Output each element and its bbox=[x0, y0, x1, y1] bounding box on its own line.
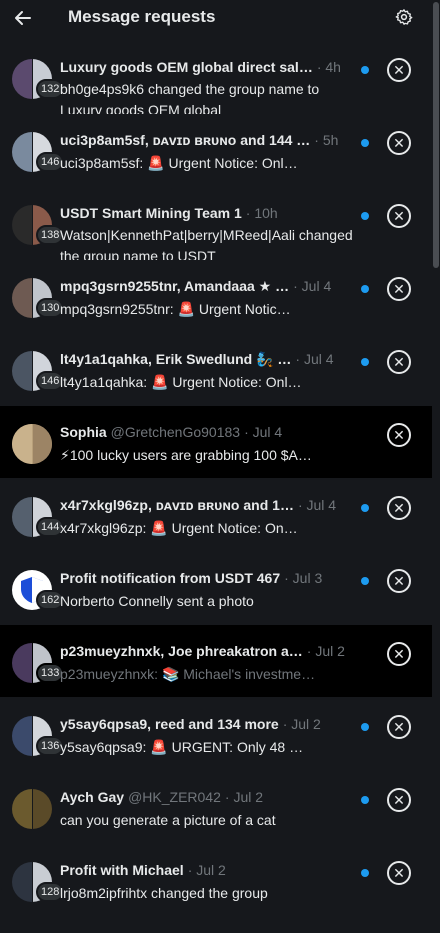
timestamp: · 10h bbox=[245, 205, 278, 221]
dismiss-request-button[interactable]: ✕ bbox=[387, 788, 411, 812]
close-icon: ✕ bbox=[393, 426, 405, 443]
list-item[interactable]: 146 lt4y1a1qahka, Erik Swedlund 🧞 … · Jul… bbox=[0, 333, 432, 405]
list-item[interactable]: 128 Profit with Michael · Jul 2 lrjo8m2ip… bbox=[0, 844, 432, 916]
message-preview: y5say6qpsa9: 🚨 URGENT: Only 48 … bbox=[60, 739, 304, 755]
message-preview: uci3p8am5sf: 🚨 Urgent Notice: Onl… bbox=[60, 155, 298, 171]
list-item[interactable]: 136 y5say6qpsa9, reed and 134 more · Jul … bbox=[0, 698, 432, 770]
dismiss-request-button[interactable]: ✕ bbox=[387, 277, 411, 301]
conversation-name: Sophia bbox=[60, 424, 107, 440]
dismiss-request-button[interactable]: ✕ bbox=[387, 496, 411, 520]
user-avatar bbox=[12, 424, 52, 464]
close-icon: ✕ bbox=[393, 207, 405, 224]
list-item[interactable]: 146 uci3p8am5sf, ᴅᴀᴠɪᴅ ʙʀᴜɴᴏ and 144 … · … bbox=[0, 114, 432, 186]
list-item[interactable]: Aych Gay @HK_ZER042 · Jul 2 can you genera… bbox=[0, 771, 432, 843]
timestamp: · 5h bbox=[314, 132, 339, 148]
message-request-list: 132 Luxury goods OEM global direct sal… ·… bbox=[0, 41, 432, 916]
close-icon: ✕ bbox=[393, 572, 405, 589]
unread-dot bbox=[361, 796, 369, 804]
message-preview: ⚡100 lucky users are grabbing 100 $A… bbox=[60, 447, 312, 463]
list-item[interactable]: 162 Profit notification from USDT 467 · J… bbox=[0, 552, 432, 624]
user-handle: @GretchenGo90183 bbox=[110, 424, 241, 440]
close-icon: ✕ bbox=[393, 791, 405, 808]
message-preview: x4r7xkgl96zp: 🚨 Urgent Notice: On… bbox=[60, 520, 298, 536]
unread-dot bbox=[361, 577, 369, 585]
unread-dot bbox=[361, 66, 369, 74]
conversation-name: USDT Smart Mining Team 1 bbox=[60, 205, 242, 221]
user-avatar bbox=[12, 789, 52, 829]
message-preview: p23mueyzhnxk: 📚 Michael's investme… bbox=[60, 666, 316, 682]
dismiss-request-button[interactable]: ✕ bbox=[387, 715, 411, 739]
header: Message requests bbox=[0, 0, 440, 36]
message-preview: mpq3gsrn9255tnr: 🚨 Urgent Notic… bbox=[60, 301, 291, 317]
list-item[interactable]: 133 p23mueyzhnxk, Joe phreakatron a… · Ju… bbox=[0, 625, 432, 697]
conversation-name: Aych Gay bbox=[60, 789, 125, 805]
page-title: Message requests bbox=[68, 7, 216, 26]
message-preview: can you generate a picture of a cat bbox=[60, 812, 276, 828]
dismiss-request-button[interactable]: ✕ bbox=[387, 58, 411, 82]
list-item[interactable]: 132 Luxury goods OEM global direct sal… ·… bbox=[0, 41, 432, 118]
message-preview: lrjo8m2ipfrihtx changed the group bbox=[60, 885, 268, 901]
close-icon: ✕ bbox=[393, 499, 405, 516]
timestamp: · Jul 4 bbox=[244, 424, 283, 440]
conversation-name: x4r7xkgl96zp, ᴅᴀᴠɪᴅ ʙʀᴜɴᴏ and 1… bbox=[60, 497, 294, 513]
dismiss-request-button[interactable]: ✕ bbox=[387, 350, 411, 374]
user-handle: @HK_ZER042 bbox=[128, 789, 221, 805]
conversation-name: Profit notification from USDT 467 bbox=[60, 570, 281, 586]
scrollbar[interactable] bbox=[432, 0, 440, 933]
dismiss-request-button[interactable]: ✕ bbox=[387, 861, 411, 885]
unread-dot bbox=[361, 358, 369, 366]
dismiss-request-button[interactable]: ✕ bbox=[387, 131, 411, 155]
message-preview: Norberto Connelly sent a photo bbox=[60, 593, 254, 609]
timestamp: · Jul 2 bbox=[282, 716, 321, 732]
back-arrow-icon[interactable] bbox=[10, 5, 36, 31]
conversation-name: uci3p8am5sf, ᴅᴀᴠɪᴅ ʙʀᴜɴᴏ and 144 … bbox=[60, 132, 311, 148]
timestamp: · Jul 2 bbox=[306, 643, 345, 659]
conversation-name: y5say6qpsa9, reed and 134 more bbox=[60, 716, 279, 732]
timestamp: · Jul 3 bbox=[284, 570, 323, 586]
timestamp: · 4h bbox=[316, 59, 341, 75]
scrollbar-thumb[interactable] bbox=[433, 2, 439, 268]
close-icon: ✕ bbox=[393, 645, 405, 662]
close-icon: ✕ bbox=[393, 134, 405, 151]
conversation-name: mpq3gsrn9255tnr, Amandaaa ★ … bbox=[60, 278, 290, 294]
close-icon: ✕ bbox=[393, 280, 405, 297]
list-item[interactable]: 138 USDT Smart Mining Team 1 · 10h Watson… bbox=[0, 187, 432, 264]
timestamp: · Jul 4 bbox=[297, 497, 337, 513]
close-icon: ✕ bbox=[393, 61, 405, 78]
close-icon: ✕ bbox=[393, 353, 405, 370]
conversation-name: Profit with Michael bbox=[60, 862, 184, 878]
settings-gear-icon[interactable] bbox=[392, 5, 416, 29]
timestamp: · Jul 2 bbox=[224, 789, 264, 805]
dismiss-request-button[interactable]: ✕ bbox=[387, 423, 411, 447]
unread-dot bbox=[361, 723, 369, 731]
unread-dot bbox=[361, 212, 369, 220]
timestamp: · Jul 2 bbox=[187, 862, 226, 878]
timestamp: · Jul 4 bbox=[293, 278, 332, 294]
list-item[interactable]: Sophia @GretchenGo90183 · Jul 4 ⚡100 lucky… bbox=[0, 406, 432, 478]
dismiss-request-button[interactable]: ✕ bbox=[387, 569, 411, 593]
unread-dot bbox=[361, 869, 369, 877]
unread-dot bbox=[361, 139, 369, 147]
message-preview: lt4y1a1qahka: 🚨 Urgent Notice: Onl… bbox=[60, 374, 302, 390]
conversation-name: p23mueyzhnxk, Joe phreakatron a… bbox=[60, 643, 303, 659]
conversation-name: lt4y1a1qahka, Erik Swedlund 🧞 … bbox=[60, 351, 292, 367]
unread-dot bbox=[361, 285, 369, 293]
timestamp: · Jul 4 bbox=[295, 351, 334, 367]
dismiss-request-button[interactable]: ✕ bbox=[387, 204, 411, 228]
unread-dot bbox=[361, 504, 369, 512]
conversation-name: Luxury goods OEM global direct sal… bbox=[60, 59, 313, 75]
list-item[interactable]: 144 x4r7xkgl96zp, ᴅᴀᴠɪᴅ ʙʀᴜɴᴏ and 1… · Ju… bbox=[0, 479, 432, 551]
close-icon: ✕ bbox=[393, 718, 405, 735]
close-icon: ✕ bbox=[393, 864, 405, 881]
list-item[interactable]: 130 mpq3gsrn9255tnr, Amandaaa ★ … · Jul 4… bbox=[0, 260, 432, 332]
dismiss-request-button[interactable]: ✕ bbox=[387, 642, 411, 666]
